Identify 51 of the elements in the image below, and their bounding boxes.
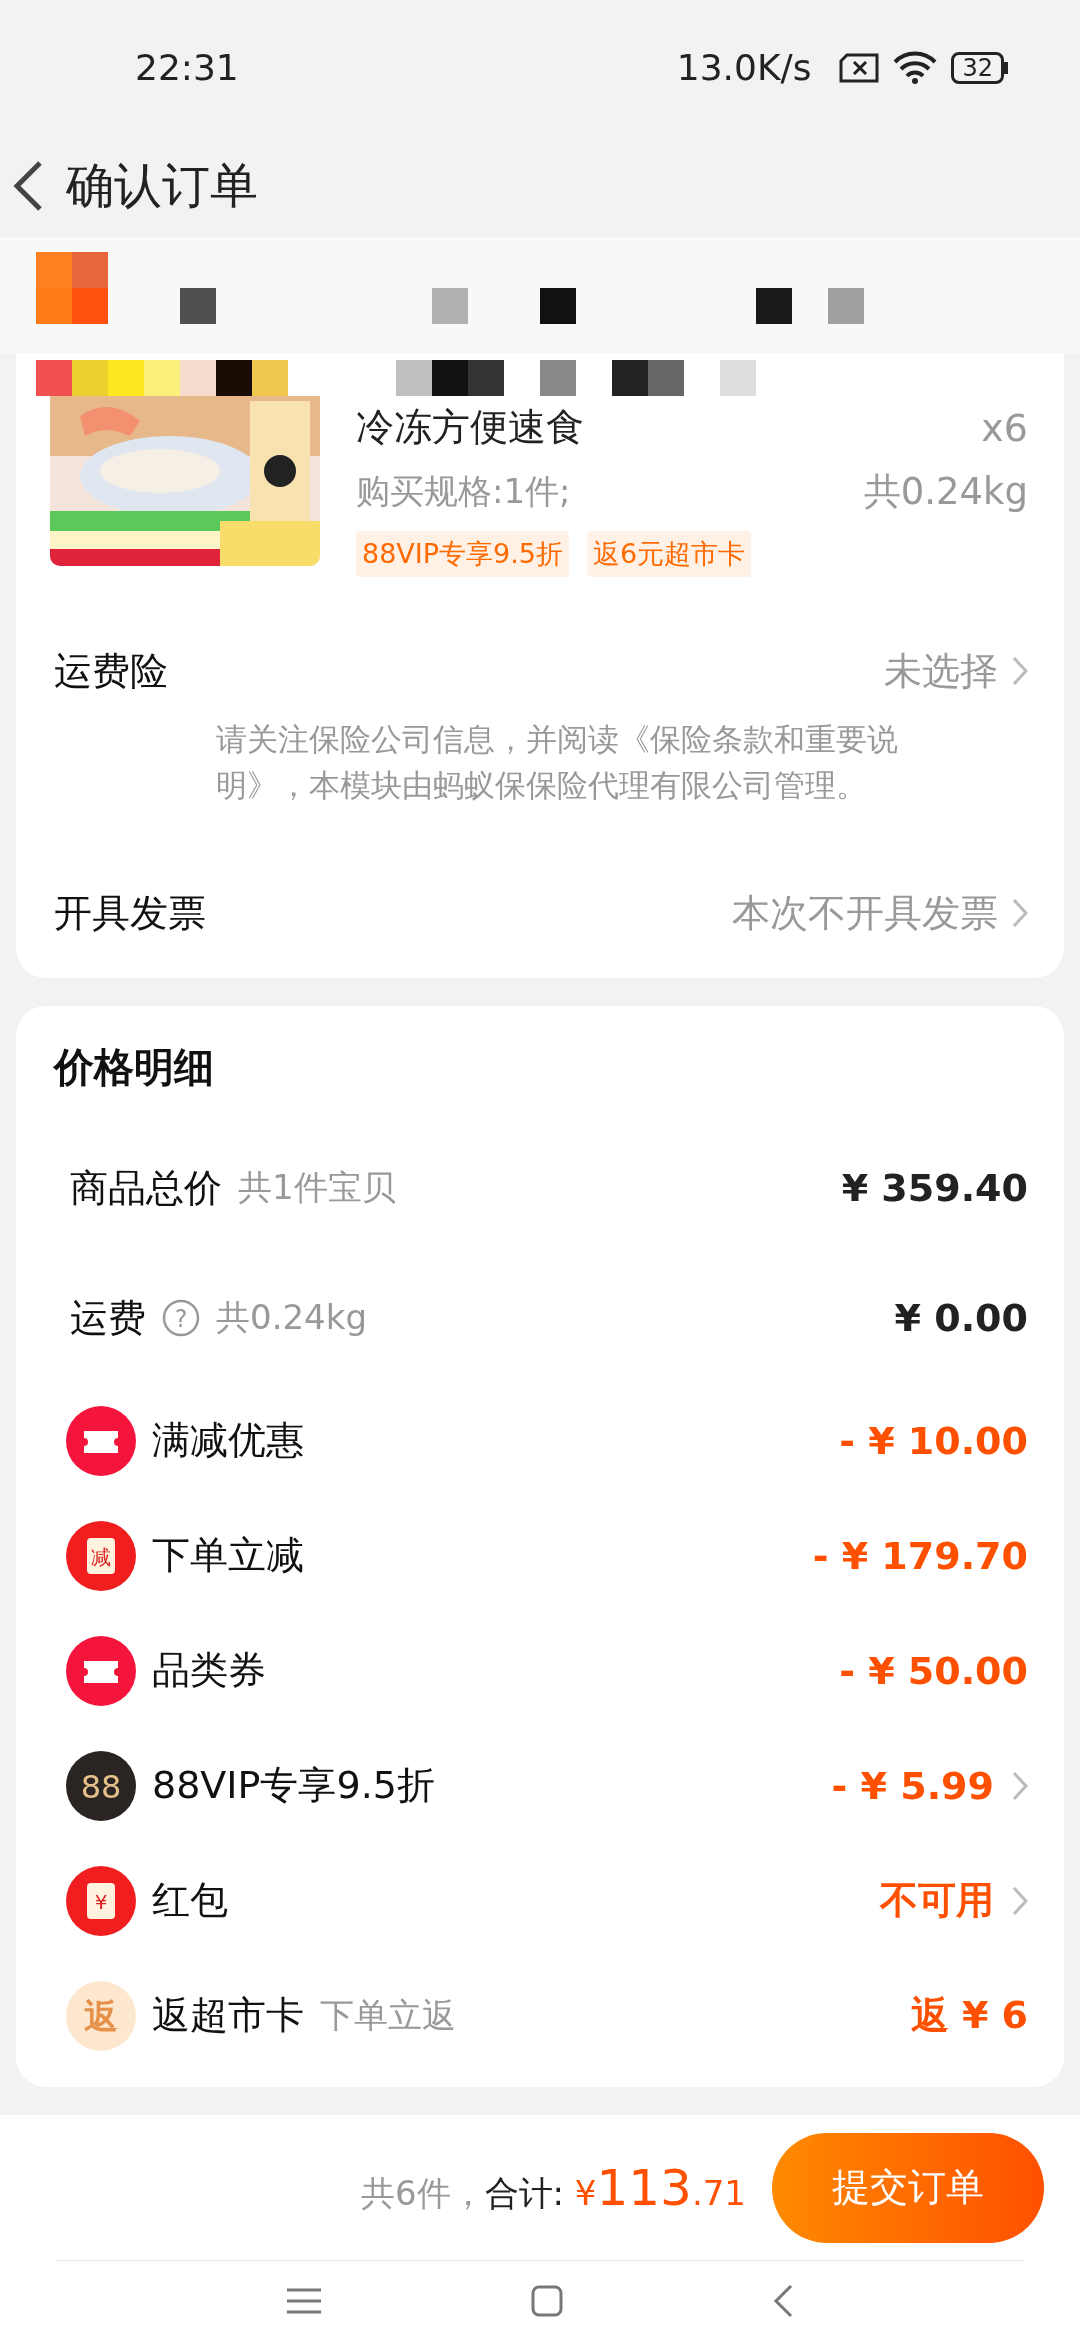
price-value: - ¥ 50.00: [839, 1648, 1028, 1693]
price-sublabel: 共1件宝贝: [238, 1166, 396, 1209]
wifi-icon: [893, 50, 938, 85]
price-value: ¥ 359.40: [841, 1166, 1028, 1210]
sim-off-icon: [839, 52, 880, 83]
rebate-icon: 返: [66, 1980, 136, 2051]
product-title: 冷冻方便速食: [356, 404, 584, 451]
section-title: 价格明细: [52, 1043, 215, 1092]
price-label: 下单立减: [152, 1532, 304, 1579]
price-sublabel: 下单立返: [320, 1993, 456, 2037]
product-spec: 购买规格:1件;: [356, 470, 571, 513]
envelope-icon: ¥: [66, 1865, 136, 1936]
price-value: 返 ¥ 6: [910, 1992, 1028, 2039]
option-row[interactable]: 开具发票 本次不开具发票: [16, 868, 1064, 958]
price-value: - ¥ 5.99: [831, 1763, 994, 1808]
product-weight: 共0.24kg: [863, 469, 1028, 515]
envelope-icon: 减: [66, 1520, 136, 1591]
price-label: 运费: [70, 1294, 146, 1342]
price-label: 红包: [152, 1877, 228, 1924]
option-value: 本次不开具发票: [732, 889, 998, 937]
price-label: 商品总价: [70, 1164, 222, 1212]
chevron-right-icon: [1012, 898, 1028, 928]
network-speed: 13.0K/s: [676, 47, 812, 88]
price-value: - ¥ 10.00: [839, 1418, 1028, 1463]
home-icon[interactable]: [531, 2284, 563, 2317]
option-row[interactable]: 运费险 未选择: [16, 626, 1064, 716]
promo-tag: 返6元超市卡: [587, 531, 752, 577]
status-time: 22:31: [135, 47, 240, 88]
promo-tag: 88VIP专享9.5折: [356, 531, 569, 577]
option-label: 开具发票: [54, 889, 206, 937]
price-value: - ¥ 179.70: [812, 1533, 1028, 1578]
price-label: 品类券: [152, 1647, 266, 1694]
insurance-note: 请关注保险公司信息，并阅读《保险条款和重要说明》，本模块由蚂蚁保保险代理有限公司管理。: [216, 720, 899, 805]
back-icon[interactable]: [12, 160, 44, 212]
menu-icon[interactable]: [287, 2286, 321, 2315]
product-quantity: x6: [981, 405, 1028, 450]
price-value: ¥ 0.00: [894, 1296, 1028, 1340]
page-title: 确认订单: [66, 156, 258, 215]
coupon-icon: [66, 1405, 136, 1476]
option-label: 运费险: [54, 647, 168, 695]
price-label: 满减优惠: [152, 1417, 304, 1464]
option-value: 未选择: [884, 647, 998, 695]
vip-icon: 88: [66, 1750, 136, 1821]
coupon-icon: [66, 1635, 136, 1706]
price-value: 不可用: [880, 1877, 994, 1924]
price-label: 88VIP专享9.5折: [152, 1762, 435, 1809]
order-total: 共6件，合计: ¥113.71: [360, 2158, 746, 2217]
price-label: 返超市卡: [152, 1992, 304, 2039]
back-icon[interactable]: [773, 2283, 793, 2318]
price-sublabel: 共0.24kg: [216, 1296, 367, 1339]
chevron-right-icon: [1012, 656, 1028, 686]
